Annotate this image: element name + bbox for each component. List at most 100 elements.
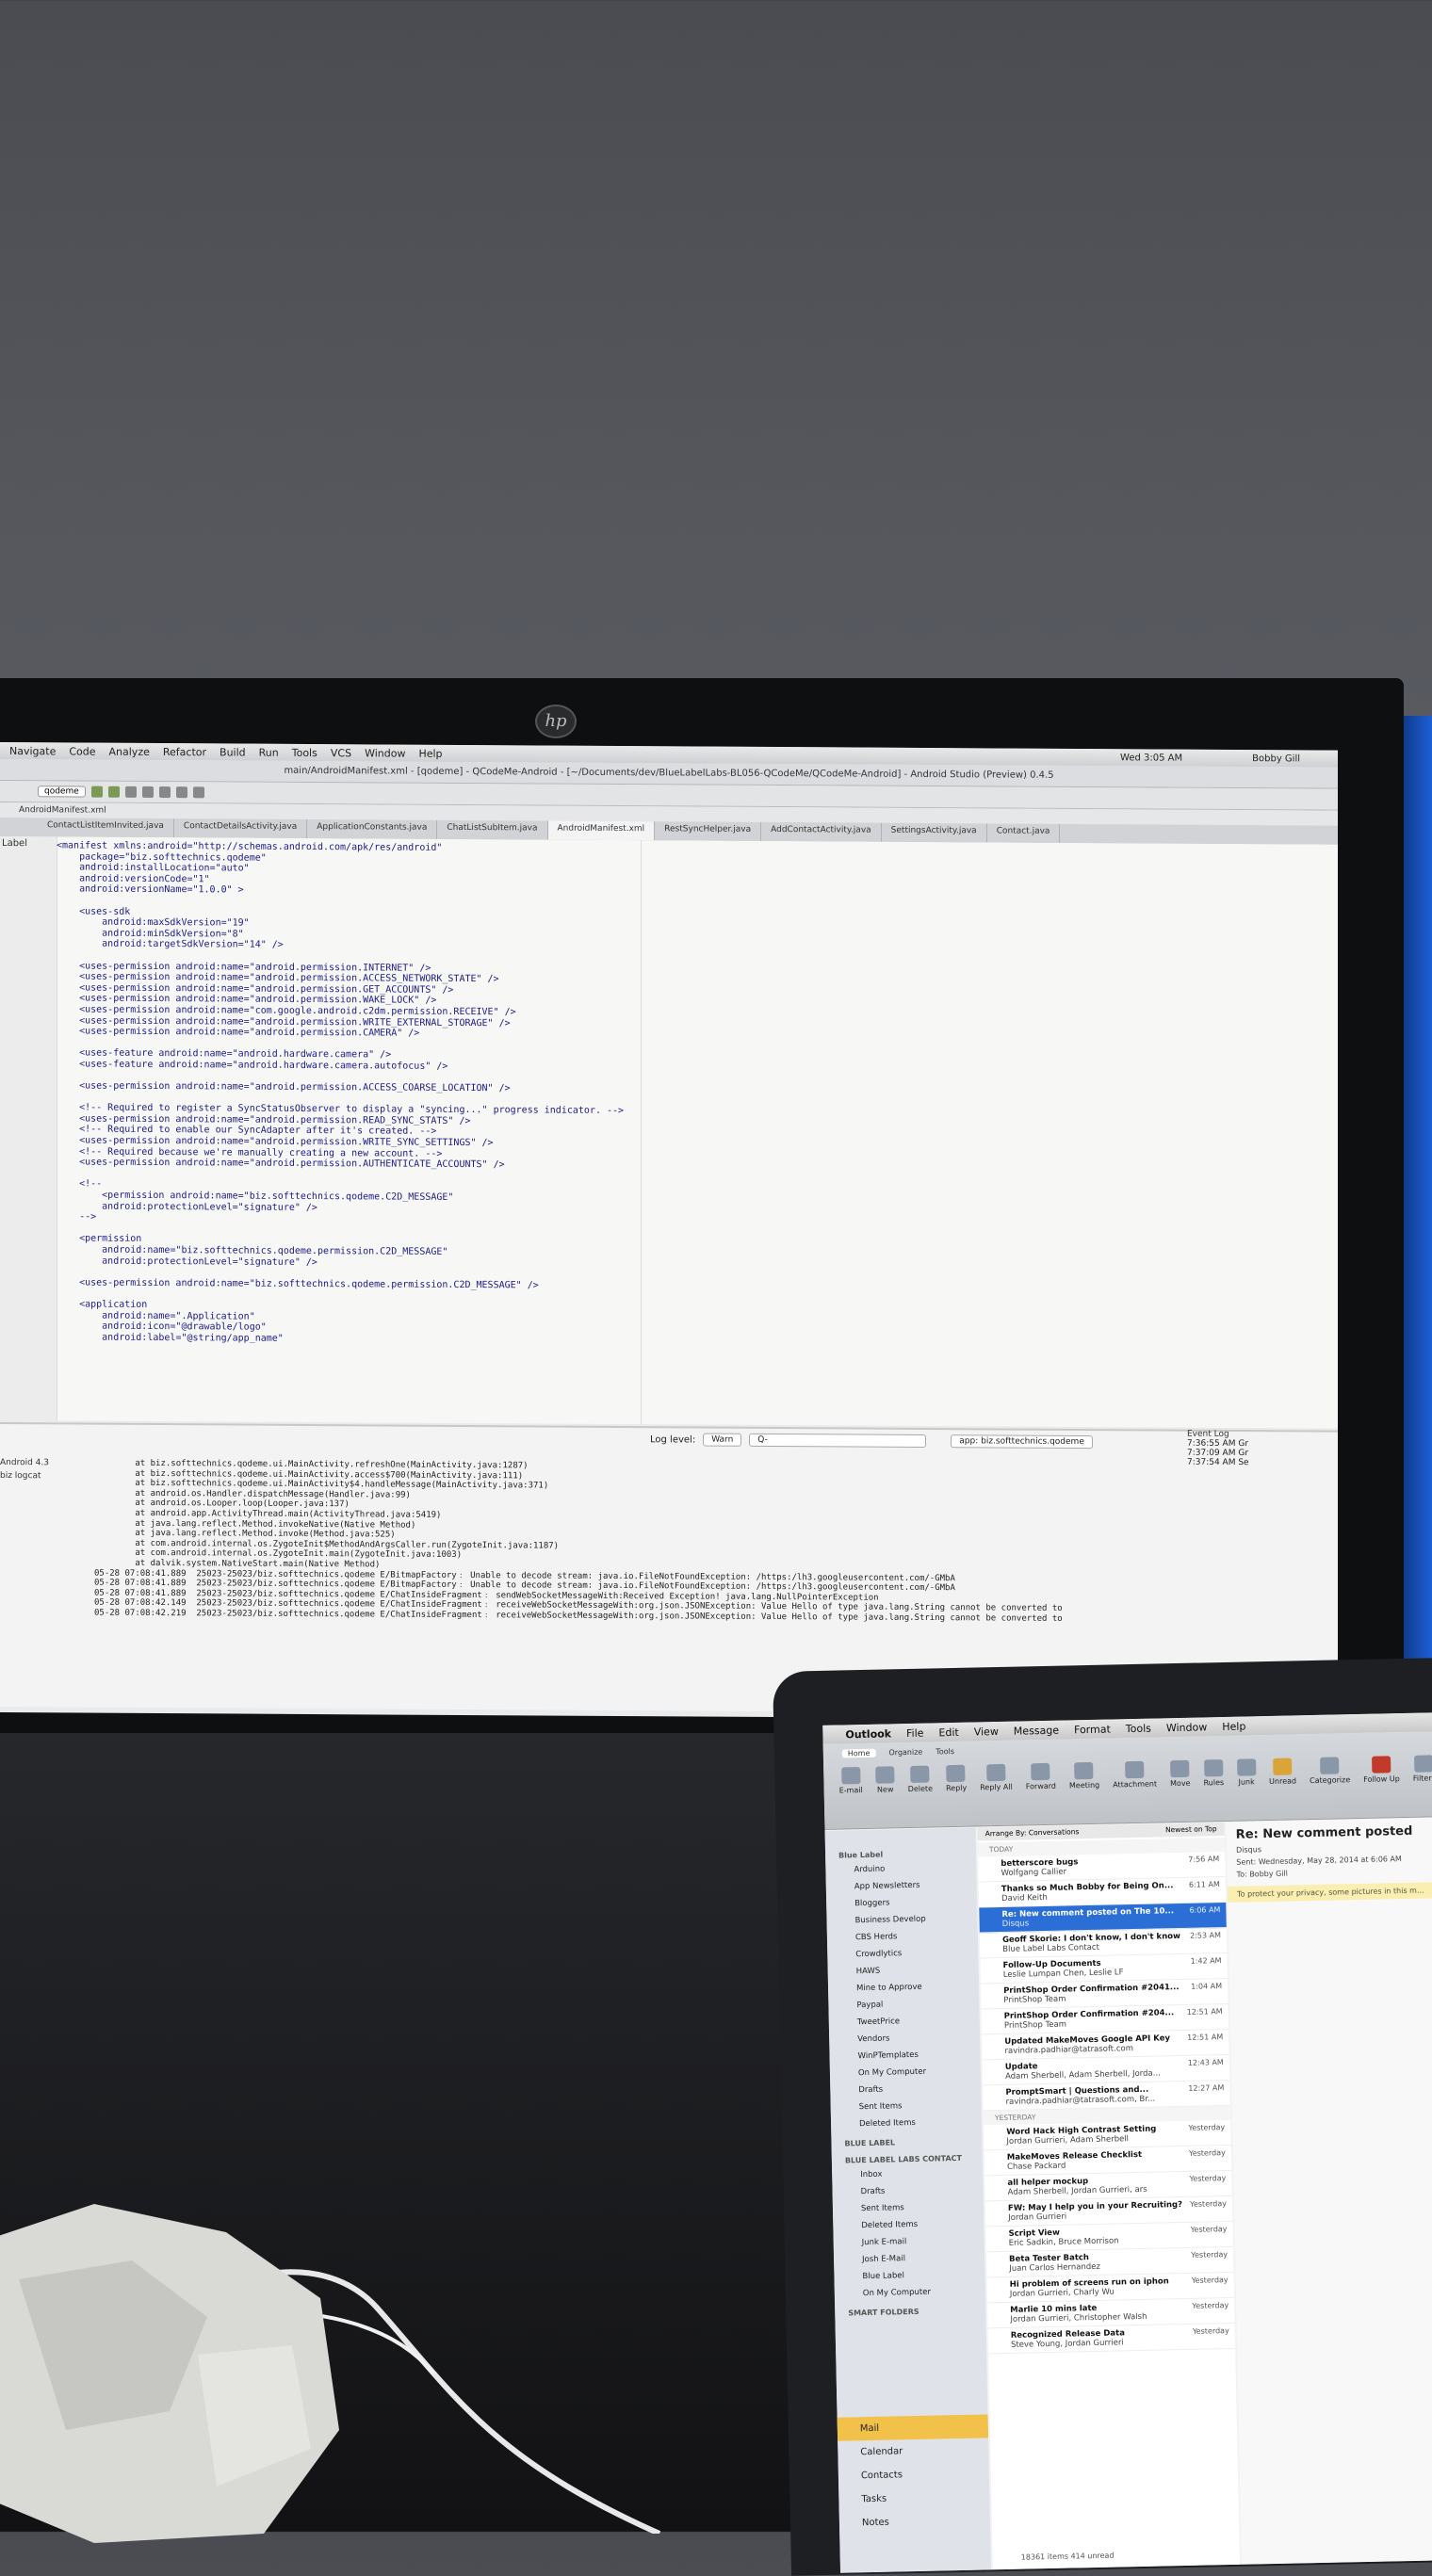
message-time: 6:11 AM	[1188, 1880, 1220, 1889]
help-icon[interactable]	[192, 786, 204, 799]
message-time: Yesterday	[1189, 2199, 1228, 2209]
menu-help[interactable]: Help	[418, 747, 442, 759]
ribbon-button-icon	[910, 1765, 930, 1783]
ribbon-button[interactable]: New	[875, 1766, 895, 1794]
ribbon-button[interactable]: Unread	[1269, 1758, 1296, 1786]
sync-icon[interactable]	[175, 786, 187, 799]
ribbon-button[interactable]: Follow Up	[1363, 1756, 1400, 1784]
menu-window[interactable]: Window	[1166, 1721, 1208, 1734]
message-time: Yesterday	[1188, 2148, 1226, 2158]
ribbon-button[interactable]: Reply	[946, 1764, 967, 1792]
ribbon-button-label: Junk	[1238, 1777, 1255, 1787]
ribbon-button[interactable]: Move	[1170, 1759, 1191, 1788]
menu-navigate[interactable]: Navigate	[9, 745, 56, 757]
ribbon-button[interactable]: Delete	[907, 1765, 933, 1793]
menu-message[interactable]: Message	[1014, 1724, 1059, 1737]
ribbon-button-icon	[1414, 1755, 1432, 1773]
menu-run[interactable]: Run	[259, 746, 279, 758]
menu-code[interactable]: Code	[69, 745, 95, 757]
menu-vcs[interactable]: VCS	[331, 747, 351, 759]
avd-manager-icon[interactable]	[158, 786, 171, 799]
logcat-output[interactable]: at biz.softtechnics.qodeme.ui.MainActivi…	[94, 1459, 1196, 1626]
menu-view[interactable]: View	[974, 1725, 999, 1738]
tab-contact-details-activity[interactable]: ContactDetailsActivity.java	[173, 818, 308, 838]
ribbon-button[interactable]: E-mail	[838, 1767, 863, 1795]
nav-contacts[interactable]: Contacts	[838, 2461, 989, 2487]
tab-rest-sync-helper[interactable]: RestSyncHelper.java	[655, 821, 762, 841]
menu-refactor[interactable]: Refactor	[163, 746, 206, 758]
log-level-select[interactable]: Warn	[703, 1433, 742, 1447]
hp-logo: hp	[535, 705, 577, 738]
privacy-warning[interactable]: To protect your privacy, some pictures i…	[1227, 1880, 1432, 1903]
message-time: Yesterday	[1191, 2250, 1229, 2260]
nav-tasks[interactable]: Tasks	[838, 2485, 989, 2511]
message-row[interactable]: Recognized Release Data Steve Young, Jord…	[987, 2323, 1236, 2355]
ribbon-button-icon	[1273, 1758, 1293, 1775]
ribbon-button-icon	[875, 1766, 895, 1784]
tab-application-constants[interactable]: ApplicationConstants.java	[307, 818, 438, 839]
tab-contact-list-item-invited[interactable]: ContactListItemInvited.java	[38, 818, 174, 838]
ribbon-button[interactable]: Categorize	[1310, 1757, 1350, 1785]
sort-order[interactable]: Newest on Top	[1165, 1823, 1217, 1837]
message-time: 12:27 AM	[1188, 2083, 1225, 2093]
ribbon-button-icon	[1320, 1757, 1340, 1774]
arrange-by[interactable]: Arrange By: Conversations	[985, 1825, 1080, 1840]
ribbon-button[interactable]: Attachment	[1113, 1760, 1158, 1790]
message-time: 1:42 AM	[1190, 1956, 1222, 1966]
tab-add-contact-activity[interactable]: AddContactActivity.java	[761, 821, 882, 842]
navigation-bar: Mail Calendar Contacts Tasks Notes	[837, 2414, 991, 2535]
menu-tools[interactable]: Tools	[1126, 1722, 1151, 1735]
manifest-code[interactable]: <manifest xmlns:android="http://schemas.…	[57, 840, 1338, 1351]
menu-window[interactable]: Window	[365, 747, 405, 759]
debug-icon[interactable]	[107, 786, 120, 798]
code-editor[interactable]: Label <manifest xmlns:android="http://sc…	[0, 836, 1338, 1429]
nav-notes[interactable]: Notes	[839, 2508, 990, 2535]
logcat-search-input[interactable]: Q-	[749, 1433, 927, 1449]
device-select[interactable]: Android 4.3	[0, 1458, 85, 1468]
menu-analyze[interactable]: Analyze	[109, 745, 150, 757]
menu-edit[interactable]: Edit	[938, 1725, 959, 1738]
menu-build[interactable]: Build	[220, 746, 246, 758]
menu-outlook[interactable]: Outlook	[845, 1727, 891, 1741]
ribbon-button[interactable]: Filters	[1412, 1755, 1432, 1783]
ribbon-button-label: New	[876, 1785, 894, 1794]
ribbon-button[interactable]: Reply All	[980, 1763, 1013, 1791]
ribbon-button[interactable]: Rules	[1203, 1759, 1224, 1787]
tab-settings-activity[interactable]: SettingsActivity.java	[881, 822, 987, 843]
ribbon-tab-tools[interactable]: Tools	[936, 1747, 954, 1756]
ribbon-button-label: Attachment	[1113, 1779, 1158, 1790]
menu-file[interactable]: File	[906, 1726, 924, 1739]
tab-chat-list-sub-item[interactable]: ChatListSubItem.java	[437, 819, 548, 840]
message-time: 6:06 AM	[1189, 1905, 1221, 1915]
message-time: Yesterday	[1190, 2225, 1228, 2234]
message-time: Yesterday	[1192, 2301, 1229, 2310]
ribbon-button-icon	[985, 1763, 1006, 1782]
tab-contact[interactable]: Contact.java	[986, 823, 1061, 843]
stop-icon[interactable]	[124, 786, 137, 798]
ribbon-button-label: E-mail	[838, 1786, 863, 1795]
app-filter-select[interactable]: app: biz.softtechnics.qodeme	[951, 1434, 1093, 1450]
menubar-user[interactable]: Bobby Gill	[1252, 753, 1300, 764]
ribbon-button-icon	[840, 1767, 861, 1785]
folder-group-header: SMART FOLDERS	[848, 2307, 919, 2318]
ribbon-tab-home[interactable]: Home	[841, 1748, 876, 1758]
run-icon[interactable]	[90, 786, 103, 798]
menu-tools[interactable]: Tools	[292, 746, 317, 758]
tab-android-manifest[interactable]: AndroidManifest.xml	[547, 820, 656, 841]
nav-calendar[interactable]: Calendar	[838, 2438, 988, 2464]
logcat-title: biz logcat	[0, 1471, 41, 1482]
editor-gutter: Label	[0, 836, 57, 1421]
ribbon-button[interactable]: Meeting	[1068, 1761, 1099, 1790]
menu-help[interactable]: Help	[1222, 1720, 1245, 1733]
message-row[interactable]: PromptSmart | Questions and... ravindra.p…	[983, 2080, 1230, 2112]
ribbon-button[interactable]: Junk	[1236, 1758, 1257, 1787]
logcat-toolbar: Log level: Warn Q- app: biz.softtechnics…	[0, 1424, 1338, 1455]
ribbon-button-icon	[1125, 1760, 1145, 1779]
sdk-manager-icon[interactable]	[141, 786, 154, 798]
nav-mail[interactable]: Mail	[837, 2414, 989, 2441]
ribbon-button[interactable]: Forward	[1025, 1762, 1056, 1790]
message-time: 2:53 AM	[1189, 1931, 1222, 1940]
ribbon-tab-organize[interactable]: Organize	[888, 1748, 922, 1758]
menu-format[interactable]: Format	[1074, 1723, 1111, 1736]
module-selector[interactable]: qodeme	[38, 786, 86, 798]
